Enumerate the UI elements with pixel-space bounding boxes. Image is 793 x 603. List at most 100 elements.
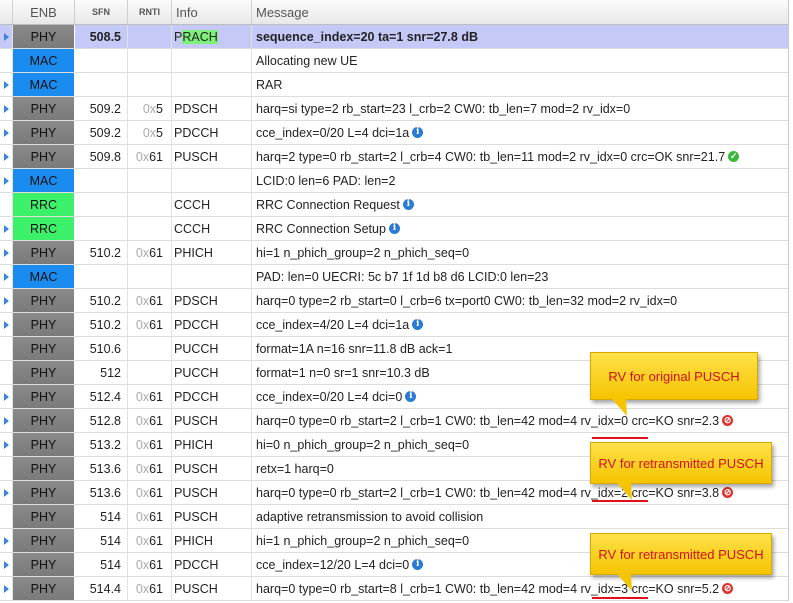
rnti-prefix: 0x	[135, 389, 150, 404]
info-cell	[172, 73, 252, 96]
sfn-cell	[75, 73, 128, 96]
info-cell: PHICH	[172, 433, 252, 456]
header-message[interactable]: Message	[252, 0, 788, 24]
rnti-cell: 0x 61	[128, 289, 172, 312]
table-row[interactable]: RRC CCCH RRC Connection Setup i	[0, 217, 788, 241]
table-row[interactable]: PHY 509.2 0x 5 PDSCH harq=si type=2 rb_start=…	[0, 97, 788, 121]
triangle-right-icon	[3, 416, 9, 425]
row-expand-arrow[interactable]	[0, 73, 13, 96]
table-row[interactable]: MAC Allocating new UE	[0, 49, 788, 73]
layer-badge: MAC	[13, 169, 75, 192]
row-expand-arrow[interactable]	[0, 385, 13, 408]
row-expand-arrow[interactable]	[0, 145, 13, 168]
annotation-callout: RV for original PUSCH	[590, 352, 758, 400]
rnti-cell	[128, 49, 172, 72]
table-row[interactable]: RRC CCCH RRC Connection Request i	[0, 193, 788, 217]
table-row[interactable]: PHY 509.8 0x 61 PUSCH harq=2 type=0 rb_start=…	[0, 145, 788, 169]
row-expand-arrow[interactable]	[0, 313, 13, 336]
info-text: PUSCH	[174, 581, 218, 596]
info-text: PUSCH	[174, 461, 218, 476]
info-icon[interactable]: i	[402, 199, 414, 210]
triangle-right-icon	[3, 488, 9, 497]
message-cell: cce_index=4/20 L=4 dci=1a i	[252, 313, 788, 336]
info-cell: PUSCH	[172, 481, 252, 504]
annotation-text: RV for retransmitted PUSCH	[598, 546, 764, 562]
message-cell: adaptive retransmission to avoid collisi…	[252, 505, 788, 528]
info-cell: PHICH	[172, 241, 252, 264]
rnti-cell: 0x 61	[128, 577, 172, 600]
message-cell: harq=0 type=0 rb_start=8 l_crb=1 CW0: tb…	[252, 577, 788, 600]
sfn-cell: 512.8	[75, 409, 128, 432]
message-text: RRC Connection Request	[256, 197, 400, 212]
table-row[interactable]: PHY 510.2 0x 61 PDSCH harq=0 type=2 rb_start=…	[0, 289, 788, 313]
table-row[interactable]: PHY 514.4 0x 61 PUSCH harq=0 type=0 rb_start=…	[0, 577, 788, 601]
row-expand-arrow[interactable]	[0, 25, 13, 48]
row-expand-arrow[interactable]	[0, 121, 13, 144]
message-cell: cce_index=0/20 L=4 dci=1a i	[252, 121, 788, 144]
table-row[interactable]: PHY 513.6 0x 61 PUSCH harq=0 type=0 rb_start=…	[0, 481, 788, 505]
info-icon[interactable]: i	[388, 223, 400, 234]
message-text: LCID:0 len=6 PAD: len=2	[256, 173, 396, 188]
annotation-callout: RV for retransmitted PUSCH	[590, 442, 772, 484]
header-rnti[interactable]: RNTI	[128, 0, 172, 24]
row-expand-arrow[interactable]	[0, 289, 13, 312]
row-expand-arrow[interactable]	[0, 217, 13, 240]
message-cell: RRC Connection Setup i	[252, 217, 788, 240]
sfn-cell: 513.2	[75, 433, 128, 456]
sfn-cell: 514	[75, 553, 128, 576]
layer-badge: PHY	[13, 361, 75, 384]
row-expand-arrow[interactable]	[0, 97, 13, 120]
info-icon[interactable]: i	[412, 559, 424, 570]
triangle-right-icon	[3, 560, 9, 569]
rnti-prefix: 0x	[135, 581, 150, 596]
row-expand-arrow[interactable]	[0, 169, 13, 192]
table-row[interactable]: PHY 510.2 0x 61 PDCCH cce_index=4/20 L=4 dci=…	[0, 313, 788, 337]
message-text: RRC Connection Setup	[256, 221, 386, 236]
rnti-prefix: 0x	[135, 293, 150, 308]
message-text: Allocating new UE	[256, 53, 358, 68]
log-table: ENB SFN RNTI Info Message PHY 508.5 P RACH s…	[0, 0, 789, 601]
rnti-prefix: 0x	[142, 101, 157, 116]
sfn-cell: 510.2	[75, 289, 128, 312]
rnti-prefix: 0x	[135, 509, 150, 524]
row-expand-arrow[interactable]	[0, 241, 13, 264]
annotation-callout: RV for retransmitted PUSCH	[590, 533, 772, 575]
table-row[interactable]: MAC PAD: len=0 UECRI: 5c b7 1f 1d b8 d6 L…	[0, 265, 788, 289]
info-text: PUSCH	[174, 509, 218, 524]
table-row[interactable]: PHY 509.2 0x 5 PDCCH cce_index=0/20 L=4 dci=1…	[0, 121, 788, 145]
triangle-right-icon	[3, 80, 9, 89]
info-icon[interactable]: i	[412, 319, 424, 330]
table-row[interactable]: MAC LCID:0 len=6 PAD: len=2	[0, 169, 788, 193]
row-expand-arrow[interactable]	[0, 553, 13, 576]
table-row[interactable]: MAC RAR	[0, 73, 788, 97]
row-expand-arrow[interactable]	[0, 481, 13, 504]
message-text: RAR	[256, 77, 283, 92]
rnti-cell	[128, 361, 172, 384]
row-expand-arrow[interactable]	[0, 577, 13, 600]
table-header: ENB SFN RNTI Info Message	[0, 0, 788, 25]
rnti-value: 61	[149, 485, 163, 500]
sfn-cell	[75, 217, 128, 240]
table-row[interactable]: PHY 508.5 P RACH sequence_index=20 ta=1 snr=…	[0, 25, 788, 49]
info-icon[interactable]: i	[405, 391, 417, 402]
table-row[interactable]: PHY 514 0x 61 PUSCH adaptive retransmission t…	[0, 505, 788, 529]
row-expand-arrow[interactable]	[0, 409, 13, 432]
rnti-value: 61	[149, 509, 163, 524]
table-row[interactable]: PHY 510.2 0x 61 PHICH hi=1 n_phich_group=2 n_…	[0, 241, 788, 265]
info-icon[interactable]: i	[412, 127, 424, 138]
message-cell: harq=0 type=2 rb_start=0 l_crb=6 tx=port…	[252, 289, 788, 312]
layer-badge: PHY	[13, 25, 75, 48]
row-expand-arrow[interactable]	[0, 529, 13, 552]
header-sfn[interactable]: SFN	[75, 0, 128, 24]
info-text: PUSCH	[174, 413, 218, 428]
layer-badge: PHY	[13, 481, 75, 504]
rnti-cell: 0x 61	[128, 529, 172, 552]
row-expand-arrow[interactable]	[0, 433, 13, 456]
table-row[interactable]: PHY 512.8 0x 61 PUSCH harq=0 type=0 rb_start=…	[0, 409, 788, 433]
header-layer[interactable]: ENB	[13, 0, 75, 24]
rnti-value: 61	[149, 317, 163, 332]
header-info[interactable]: Info	[172, 0, 252, 24]
rnti-cell: 0x 61	[128, 457, 172, 480]
row-expand-arrow[interactable]	[0, 265, 13, 288]
message-text: PAD: len=0 UECRI: 5c b7 1f 1d b8 d6 LCID…	[256, 269, 549, 284]
